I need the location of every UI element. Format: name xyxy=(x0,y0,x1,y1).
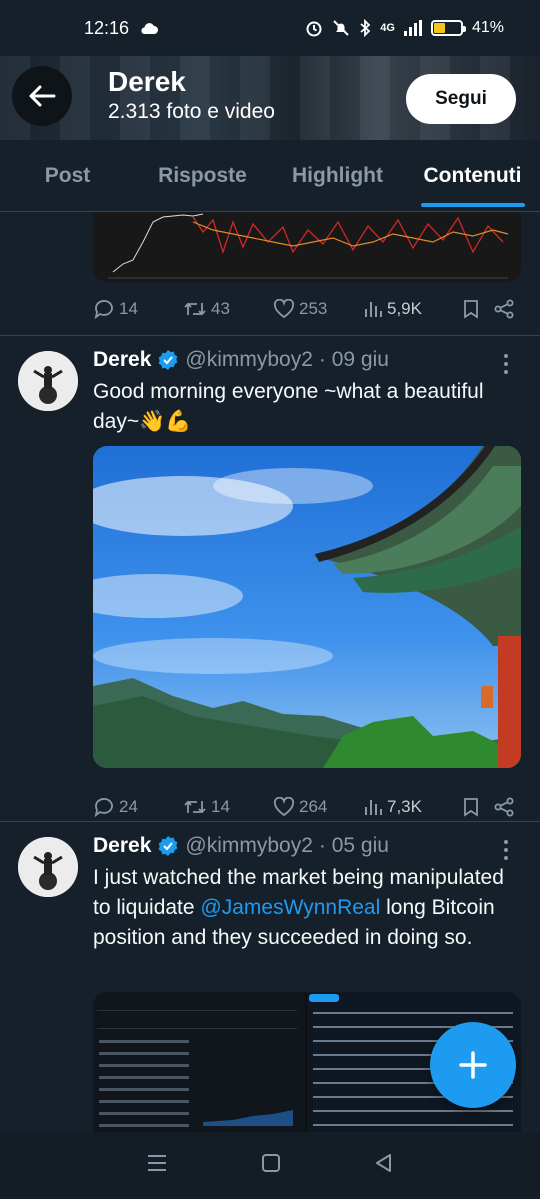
post-text: Good morning everyone ~what a beautiful … xyxy=(93,380,484,433)
more-options-button[interactable] xyxy=(496,838,516,862)
verified-badge-icon xyxy=(158,350,178,370)
triangle-back-icon xyxy=(375,1154,391,1172)
more-options-button[interactable] xyxy=(496,352,516,376)
header-title-block: Derek 2.313 foto e video xyxy=(108,66,275,124)
compose-button[interactable] xyxy=(430,1022,516,1108)
arrow-left-icon xyxy=(29,85,56,107)
network-type: 4G xyxy=(380,22,395,34)
share-icon xyxy=(494,299,514,319)
tab-label: Contenuti xyxy=(423,163,522,187)
follow-button[interactable]: Segui xyxy=(406,74,516,124)
profile-name: Derek xyxy=(108,66,186,97)
signal-icon xyxy=(403,20,422,36)
tab-highlight[interactable]: Highlight xyxy=(270,140,405,211)
bookmark-button[interactable] xyxy=(463,797,493,817)
tab-contenuti[interactable]: Contenuti xyxy=(405,140,540,211)
avatar[interactable] xyxy=(18,351,78,411)
repost-count: 14 xyxy=(211,797,230,816)
reply-button[interactable]: 24 xyxy=(93,797,183,817)
reply-count: 24 xyxy=(119,797,138,816)
like-button[interactable]: 253 xyxy=(273,299,363,319)
bookmark-icon xyxy=(464,300,478,319)
post-text: I just watched the market being manipula… xyxy=(93,863,513,953)
cloud-icon xyxy=(141,23,159,34)
views-count: 7,3K xyxy=(387,797,422,816)
recent-apps-button[interactable] xyxy=(146,1153,168,1178)
share-button[interactable] xyxy=(493,299,521,319)
heart-icon xyxy=(273,797,295,817)
author-name[interactable]: Derek xyxy=(93,348,151,372)
profile-header: Derek 2.313 foto e video Segui xyxy=(0,56,540,140)
post-header: Derek @kimmyboy2 · 05 giu xyxy=(93,834,389,858)
reply-icon xyxy=(94,798,113,817)
repost-icon xyxy=(184,302,206,316)
author-handle[interactable]: @kimmyboy2 xyxy=(185,834,313,858)
post-date: · 09 giu xyxy=(318,348,389,371)
heart-icon xyxy=(273,299,295,319)
status-time: 12:16 xyxy=(84,17,130,38)
tab-post[interactable]: Post xyxy=(0,140,135,211)
tab-label: Risposte xyxy=(158,163,247,187)
tab-label: Highlight xyxy=(292,163,383,187)
bluetooth-icon xyxy=(360,19,371,37)
battery-icon xyxy=(430,20,466,36)
mention-link[interactable]: @JamesWynnReal xyxy=(200,896,380,919)
home-button[interactable] xyxy=(261,1153,281,1178)
status-bar: 12:16 4G 41% xyxy=(0,0,540,56)
bookmark-icon xyxy=(464,798,478,817)
post-divider xyxy=(0,821,540,822)
active-tab-indicator xyxy=(420,203,525,207)
views-icon xyxy=(365,302,382,317)
repost-button[interactable]: 14 xyxy=(183,797,273,817)
reply-icon xyxy=(94,300,113,319)
bookmark-button[interactable] xyxy=(463,299,493,319)
post-media-chart[interactable] xyxy=(93,212,521,282)
post-date: · 05 giu xyxy=(318,834,389,857)
avatar[interactable] xyxy=(18,837,78,897)
post-header: Derek @kimmyboy2 · 09 giu xyxy=(93,348,389,372)
plus-icon xyxy=(459,1051,487,1079)
repost-count: 43 xyxy=(211,299,230,318)
alarm-icon xyxy=(306,21,322,37)
square-icon xyxy=(261,1154,280,1172)
like-count: 253 xyxy=(299,299,328,318)
tab-label: Post xyxy=(44,163,91,187)
repost-icon xyxy=(184,800,206,814)
media-count: 2.313 foto e video xyxy=(108,100,275,123)
author-handle[interactable]: @kimmyboy2 xyxy=(185,348,313,372)
author-name[interactable]: Derek xyxy=(93,834,151,858)
post-actions: 14 43 253 5,9K xyxy=(93,294,521,324)
like-button[interactable]: 264 xyxy=(273,797,363,817)
verified-badge-icon xyxy=(158,836,178,856)
post-actions: 24 14 264 7,3K xyxy=(93,792,521,822)
profile-tabs: Post Risposte Highlight Contenuti xyxy=(0,140,540,212)
views-count: 5,9K xyxy=(387,299,422,318)
share-icon xyxy=(494,797,514,817)
back-button[interactable] xyxy=(12,66,72,126)
menu-icon xyxy=(148,1155,167,1171)
tab-risposte[interactable]: Risposte xyxy=(135,140,270,211)
mute-bell-icon xyxy=(333,20,349,36)
views-icon xyxy=(365,800,382,815)
system-back-button[interactable] xyxy=(374,1153,394,1178)
views-button[interactable]: 7,3K xyxy=(363,797,463,817)
post-divider xyxy=(0,335,540,336)
reply-button[interactable]: 14 xyxy=(93,299,183,319)
battery-percent: 41% xyxy=(471,19,504,36)
post-media-photo[interactable] xyxy=(93,446,521,768)
repost-button[interactable]: 43 xyxy=(183,299,273,319)
like-count: 264 xyxy=(299,797,328,816)
share-button[interactable] xyxy=(493,797,521,817)
reply-count: 14 xyxy=(119,299,138,318)
system-nav-bar xyxy=(0,1132,540,1199)
views-button[interactable]: 5,9K xyxy=(363,299,463,319)
